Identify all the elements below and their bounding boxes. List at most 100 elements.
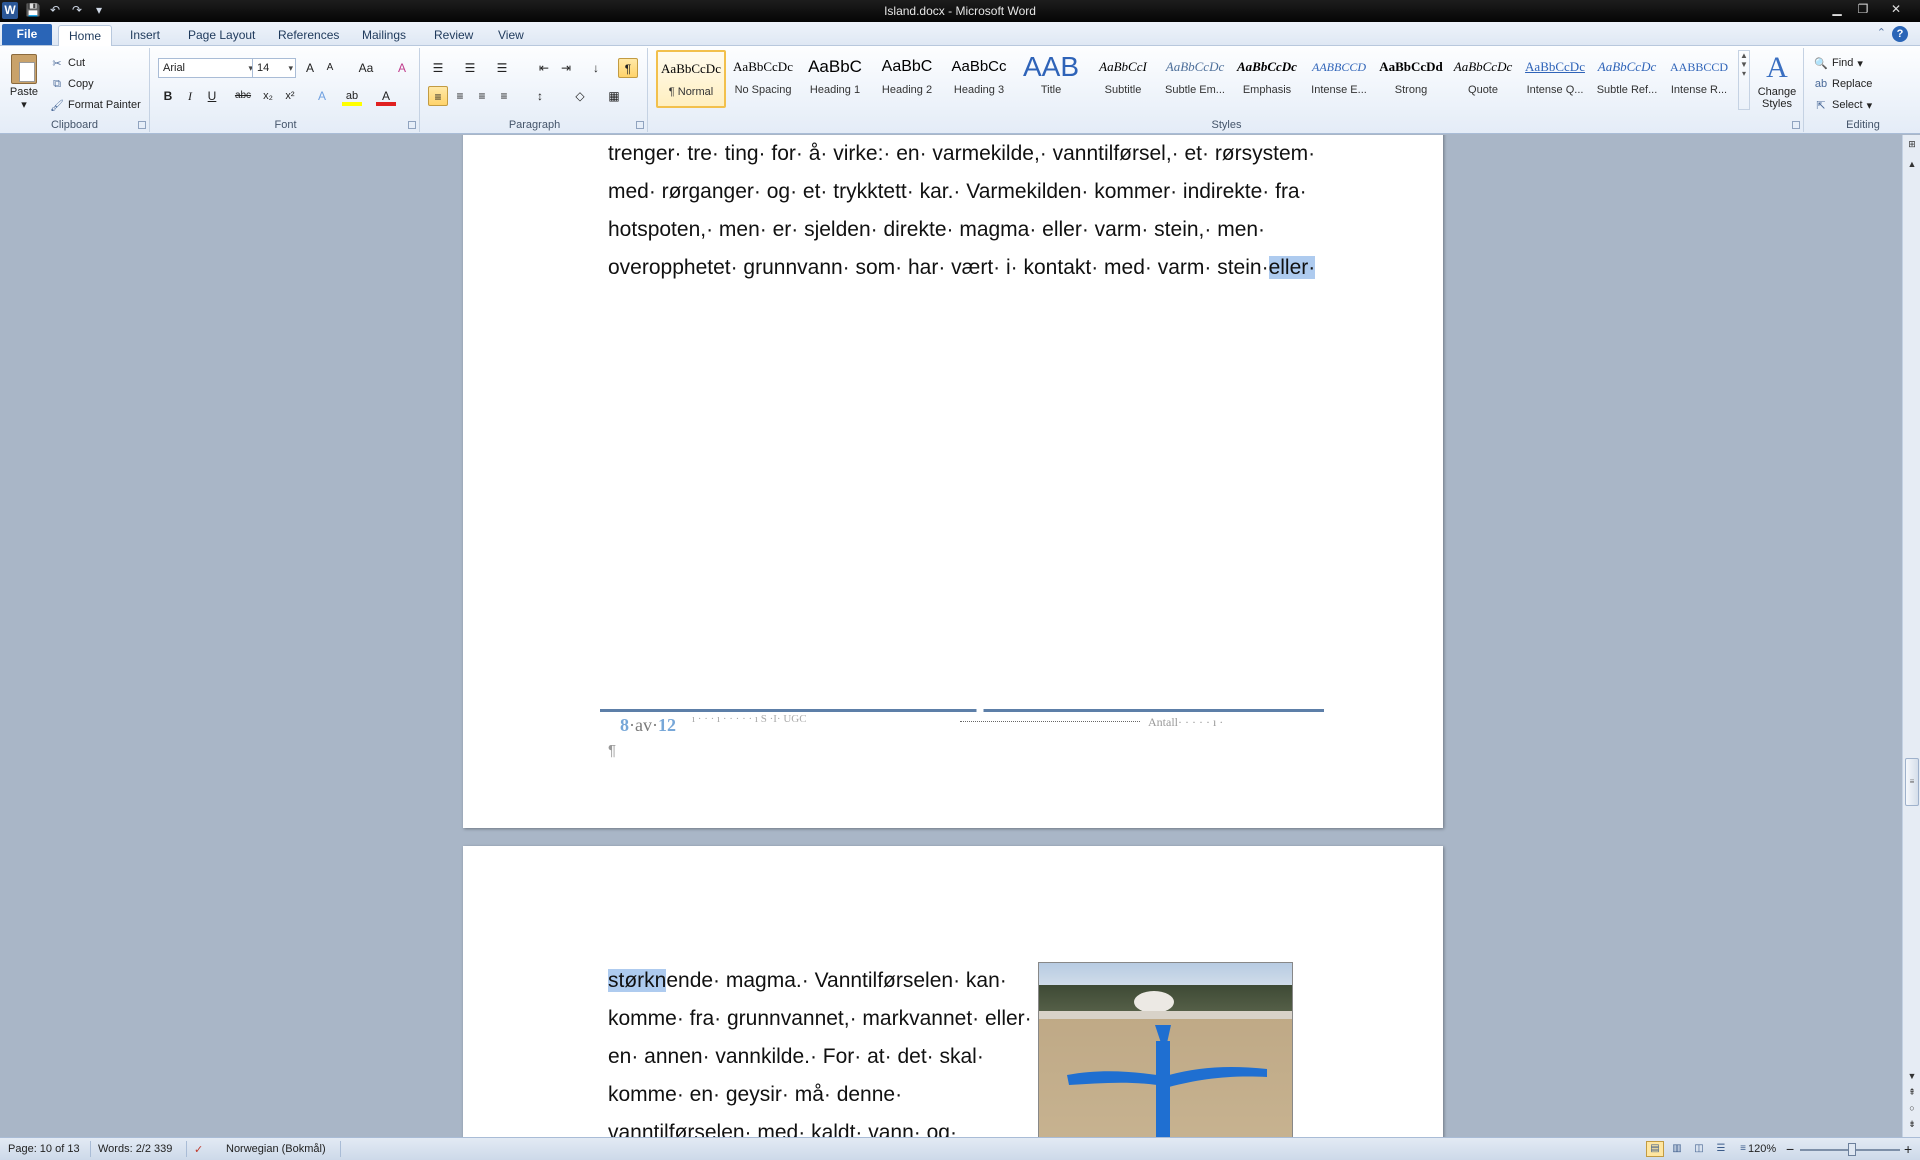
- tab-insert[interactable]: Insert: [120, 25, 170, 46]
- page-2[interactable]: størknende· magma.· Vanntilførselen· kan…: [463, 846, 1443, 1137]
- selected-text[interactable]: størkn: [608, 969, 667, 992]
- tab-references[interactable]: References: [268, 25, 349, 46]
- bold-button[interactable]: B: [158, 86, 178, 106]
- tab-review[interactable]: Review: [424, 25, 483, 46]
- style-subtle-reference[interactable]: AaBbCcDc Subtle Ref...: [1592, 50, 1662, 108]
- find-button[interactable]: 🔍 Find ▾: [1814, 54, 1863, 72]
- text-line[interactable]: vanntilførselen· med· kaldt· vann· og·: [608, 1114, 1032, 1137]
- font-color-button[interactable]: A: [376, 86, 396, 106]
- style-heading-2[interactable]: AaBbC Heading 2: [872, 50, 942, 108]
- multilevel-list-button[interactable]: ☰: [492, 58, 512, 78]
- outline-view-icon[interactable]: ☰: [1712, 1141, 1730, 1157]
- zoom-level[interactable]: 120%: [1748, 1143, 1776, 1155]
- help-icon[interactable]: ?: [1892, 26, 1908, 42]
- previous-page-icon[interactable]: ⇞: [1903, 1087, 1920, 1103]
- text-line[interactable]: en· annen· vannkilde.· For· at· det· ska…: [608, 1038, 1032, 1076]
- style-strong[interactable]: AaBbCcDd Strong: [1376, 50, 1446, 108]
- style-emphasis[interactable]: AaBbCcDc Emphasis: [1232, 50, 1302, 108]
- shading-button[interactable]: ◇: [570, 86, 590, 106]
- zoom-slider-knob[interactable]: [1848, 1143, 1856, 1156]
- text-line[interactable]: trenger· tre· ting· for· å· virke:· en· …: [608, 135, 1315, 173]
- highlight-button[interactable]: ab: [342, 86, 362, 106]
- style-heading-3[interactable]: AaBbCc Heading 3: [944, 50, 1014, 108]
- font-name-combo[interactable]: Arial ▾: [158, 58, 256, 78]
- next-page-icon[interactable]: ⇟: [1903, 1119, 1920, 1135]
- style-heading-1[interactable]: AaBbC Heading 1: [800, 50, 870, 108]
- document-workspace[interactable]: trenger· tre· ting· for· å· virke:· en· …: [0, 135, 1902, 1137]
- style-intense-emphasis[interactable]: AABBCCD Intense E...: [1304, 50, 1374, 108]
- text-effects-button[interactable]: A: [312, 86, 332, 106]
- clipboard-launcher-icon[interactable]: [138, 121, 146, 129]
- zoom-in-button[interactable]: +: [1904, 1141, 1912, 1157]
- style-subtle-emphasis[interactable]: AaBbCcDc Subtle Em...: [1160, 50, 1230, 108]
- minimize-ribbon-icon[interactable]: ⌃: [1877, 26, 1886, 39]
- style-subtitle[interactable]: AaBbCcI Subtitle: [1088, 50, 1158, 108]
- page-1[interactable]: trenger· tre· ting· for· å· virke:· en· …: [463, 135, 1443, 828]
- show-formatting-marks-button[interactable]: ¶: [618, 58, 638, 78]
- scrollbar-thumb[interactable]: ≡: [1905, 758, 1919, 806]
- text-line[interactable]: størknende· magma.· Vanntilførselen· kan…: [608, 962, 1032, 1000]
- change-case-button[interactable]: Aa: [352, 58, 380, 78]
- style-normal[interactable]: AaBbCcDc ¶ Normal: [656, 50, 726, 108]
- text-line[interactable]: komme· en· geysir· må· denne·: [608, 1076, 1032, 1114]
- style-title[interactable]: AAB Title: [1016, 50, 1086, 108]
- strikethrough-button[interactable]: abc: [230, 86, 256, 106]
- change-styles-button[interactable]: A Change Styles: [1754, 50, 1800, 110]
- tab-page-layout[interactable]: Page Layout: [178, 25, 265, 46]
- increase-indent-button[interactable]: ⇥: [556, 58, 576, 78]
- ruler-toggle-icon[interactable]: ⊞: [1903, 139, 1920, 155]
- cut-button[interactable]: ✂ Cut: [50, 54, 85, 72]
- web-layout-view-icon[interactable]: ◫: [1690, 1141, 1708, 1157]
- geyser-diagram-image[interactable]: [1038, 962, 1293, 1137]
- superscript-button[interactable]: x²: [280, 86, 300, 106]
- zoom-out-button[interactable]: −: [1786, 1141, 1794, 1157]
- center-button[interactable]: ≡: [450, 86, 470, 106]
- style-gallery-scroll[interactable]: ▲ ▼ ▾: [1738, 50, 1750, 110]
- subscript-button[interactable]: x₂: [258, 86, 278, 106]
- tab-mailings[interactable]: Mailings: [352, 25, 416, 46]
- align-right-button[interactable]: ≡: [472, 86, 492, 106]
- text-line[interactable]: med· rørganger· og· et· trykktett· kar.·…: [608, 173, 1315, 211]
- close-button[interactable]: ✕: [1876, 0, 1916, 18]
- style-quote[interactable]: AaBbCcDc Quote: [1448, 50, 1518, 108]
- italic-button[interactable]: I: [180, 86, 200, 106]
- text-span[interactable]: ende· magma.· Vanntilførselen· kan·: [666, 969, 1006, 992]
- text-span[interactable]: overopphetet· grunnvann· som· har· vært·…: [608, 256, 1269, 279]
- tab-view[interactable]: View: [488, 25, 534, 46]
- paste-button[interactable]: Paste ▾: [6, 52, 42, 114]
- paragraph-launcher-icon[interactable]: [636, 121, 644, 129]
- proofing-icon[interactable]: ✓: [194, 1143, 203, 1156]
- scroll-down-arrow[interactable]: ▼: [1903, 1071, 1920, 1087]
- font-size-combo[interactable]: 14 ▾: [252, 58, 296, 78]
- text-line-last[interactable]: overopphetet· grunnvann· som· har· vært·…: [608, 249, 1316, 287]
- page-count-status[interactable]: Page: 10 of 13: [8, 1143, 80, 1155]
- format-painter-button[interactable]: 🖌 Format Painter: [50, 96, 141, 114]
- copy-button[interactable]: ⧉ Copy: [50, 75, 94, 93]
- page-footer[interactable]: 8·av·12 ı · · · ı · · · · · ı S ·Ι· UGC …: [600, 709, 1324, 749]
- restore-button[interactable]: ❐: [1850, 0, 1876, 18]
- numbering-button[interactable]: ☰: [460, 58, 480, 78]
- text-line[interactable]: hotspoten,· men· er· sjelden· direkte· m…: [608, 211, 1315, 249]
- styles-launcher-icon[interactable]: [1792, 121, 1800, 129]
- replace-button[interactable]: ab Replace: [1814, 75, 1872, 93]
- text-line[interactable]: komme· fra· grunnvannet,· markvannet· el…: [608, 1000, 1032, 1038]
- vertical-scrollbar[interactable]: ⊞ ▲ ≡ ▼ ⇞ ○ ⇟: [1902, 135, 1920, 1137]
- justify-button[interactable]: ≡: [494, 86, 514, 106]
- tab-file[interactable]: File: [2, 24, 52, 45]
- bullets-button[interactable]: ☰: [428, 58, 448, 78]
- print-layout-view-icon[interactable]: ▤: [1646, 1141, 1664, 1157]
- selected-text[interactable]: eller·: [1268, 256, 1316, 279]
- tab-home[interactable]: Home: [58, 25, 113, 46]
- line-spacing-button[interactable]: ↕: [530, 86, 550, 106]
- grow-font-button[interactable]: A: [300, 58, 320, 78]
- font-launcher-icon[interactable]: [408, 121, 416, 129]
- borders-button[interactable]: ▦: [604, 86, 624, 106]
- style-no-spacing[interactable]: AaBbCcDc No Spacing: [728, 50, 798, 108]
- sort-button[interactable]: ↓: [586, 58, 606, 78]
- word-count-status[interactable]: Words: 2/2 339: [98, 1143, 172, 1155]
- style-intense-reference[interactable]: AABBCCD Intense R...: [1664, 50, 1734, 108]
- full-screen-reading-view-icon[interactable]: ▥: [1668, 1141, 1686, 1157]
- style-intense-quote[interactable]: AaBbCcDc Intense Q...: [1520, 50, 1590, 108]
- align-left-button[interactable]: ≡: [428, 86, 448, 106]
- select-button[interactable]: ⇱ Select ▾: [1814, 96, 1872, 114]
